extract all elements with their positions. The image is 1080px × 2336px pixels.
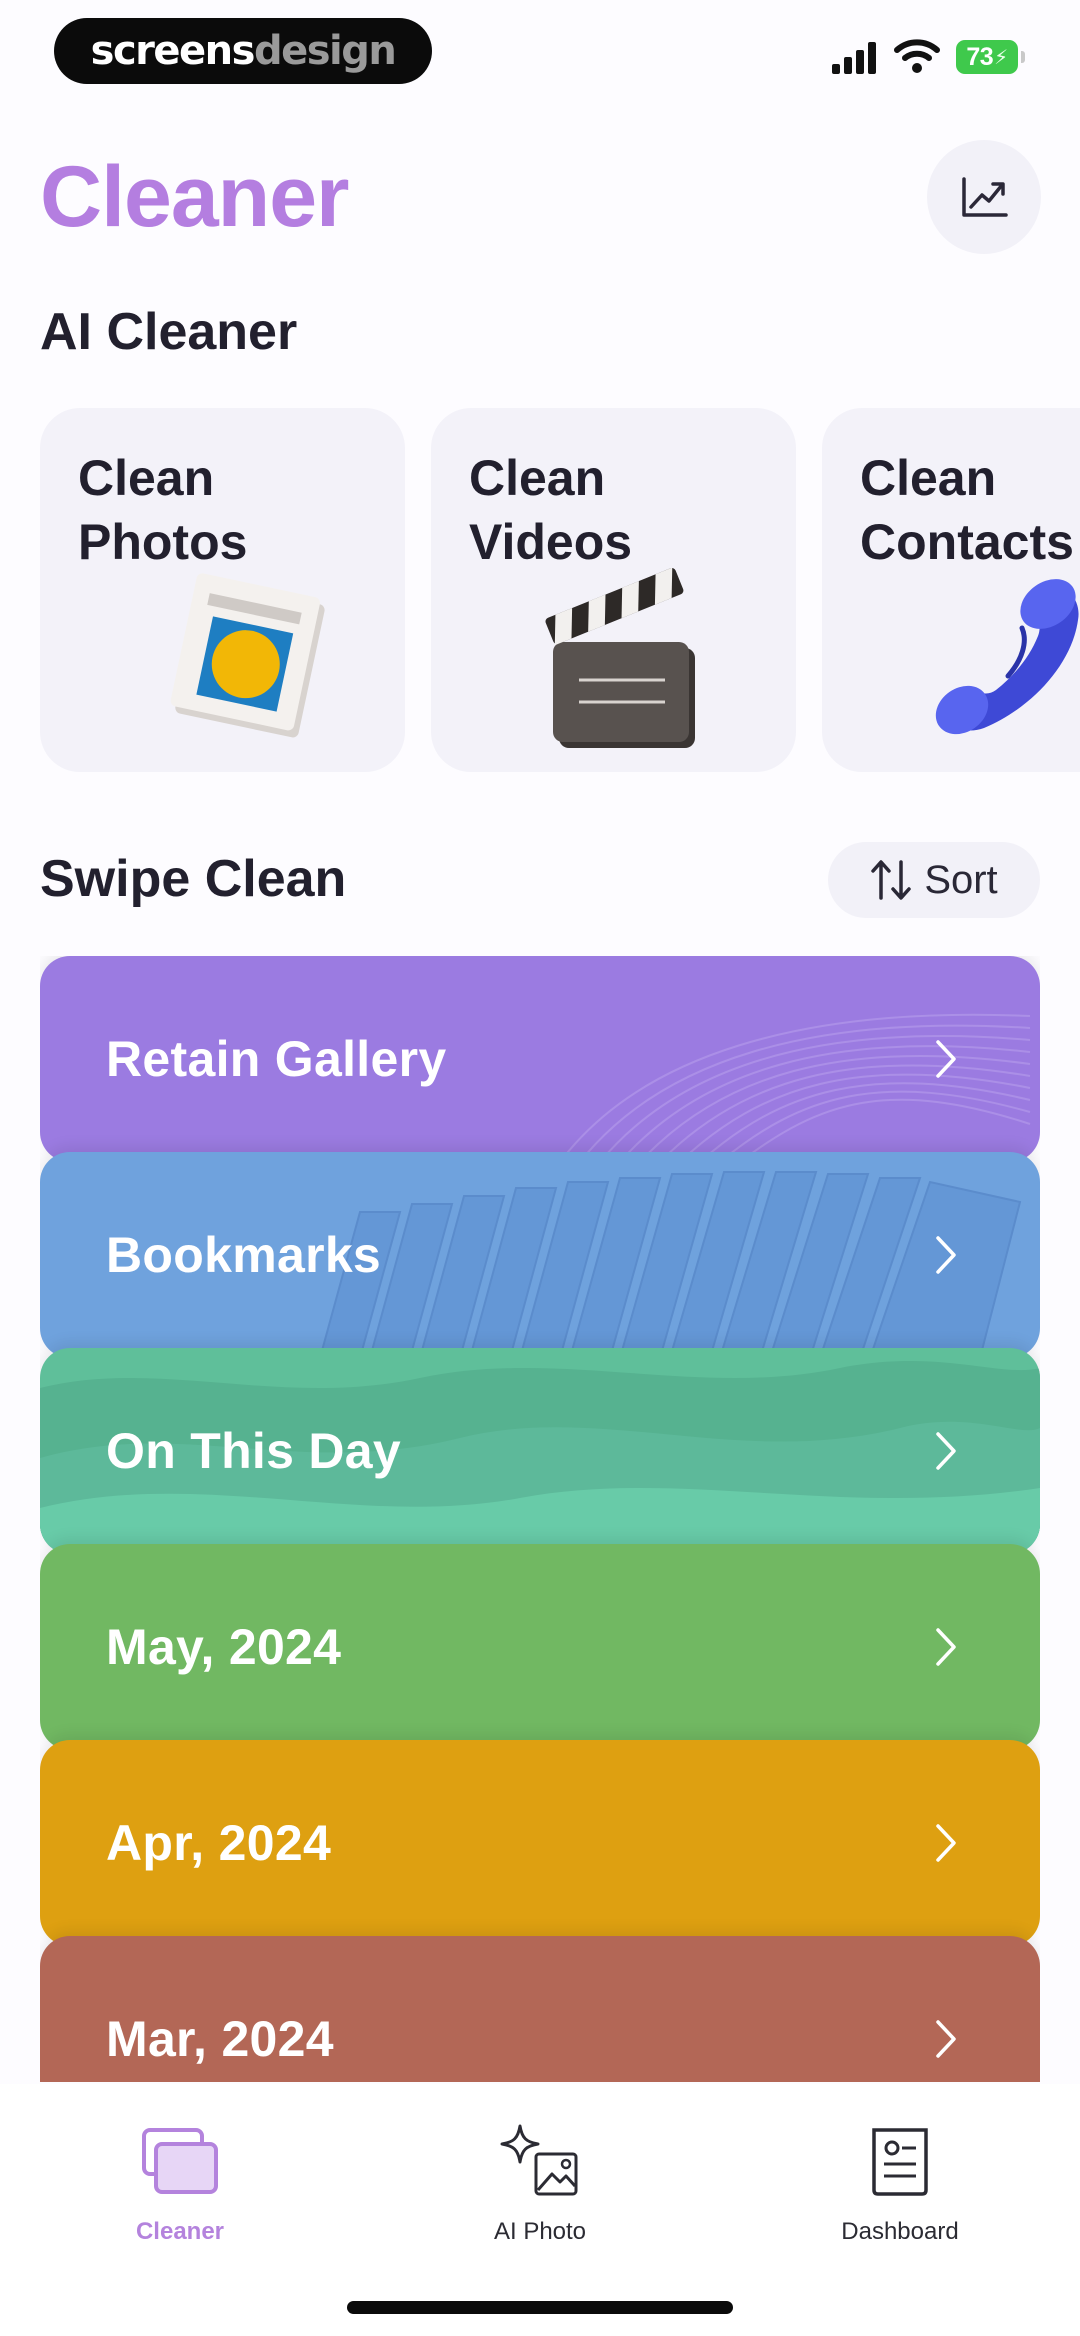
chevron-right-icon [936,1236,956,1274]
swipe-item-bookmarks[interactable]: Bookmarks [40,1152,1040,1358]
swipe-item-apr-2024[interactable]: Apr, 2024 [40,1740,1040,1946]
ai-cleaner-heading: AI Cleaner [40,303,298,361]
brand-watermark: screens design [54,18,432,84]
chevron-right-icon [936,2020,956,2058]
sort-label: Sort [924,857,998,902]
picture-frame-icon [170,573,325,738]
status-bar: screens design 73 ⚡ [0,0,1080,110]
swipe-clean-heading: Swipe Clean [40,850,347,908]
chevron-right-icon [936,1628,956,1666]
sparkle-image-icon [500,2124,578,2196]
tab-cleaner[interactable]: Cleaner [60,2084,300,2254]
bottom-tab-bar: Cleaner AI Photo Dashboard [0,2084,1080,2336]
swipe-item-on-this-day[interactable]: On This Day [40,1348,1040,1554]
wifi-icon [894,39,940,73]
tab-dashboard[interactable]: Dashboard [780,2084,1020,2254]
swipe-item-label: Mar, 2024 [106,2011,334,2067]
clean-videos-label: Clean Videos [469,450,633,570]
clean-contacts-card[interactable]: Clean Contacts [822,408,1080,772]
swipe-item-may-2024[interactable]: May, 2024 [40,1544,1040,1750]
swipe-item-label: Bookmarks [106,1227,382,1283]
tab-label: Dashboard [841,2218,959,2245]
battery-level: 73 [966,42,994,71]
swipe-item-label: On This Day [106,1423,402,1479]
chevron-right-icon [936,1432,956,1470]
page-title: Cleaner [40,149,349,245]
clean-photos-card[interactable]: Clean Photos [40,408,405,772]
chevron-right-icon [936,1824,956,1862]
swipe-item-label: Apr, 2024 [106,1815,332,1871]
ai-cleaner-cards: Clean Photos Clean Videos Clean Contacts [0,408,1080,774]
swipe-item-label: May, 2024 [106,1619,342,1675]
sort-button[interactable]: Sort [828,842,1040,918]
cellular-signal-icon [832,42,876,74]
clapperboard-icon [545,568,695,748]
trend-chart-icon [962,177,1008,217]
stacked-cards-icon [142,2128,218,2194]
charging-bolt-icon: ⚡ [994,46,1008,69]
tab-label: AI Photo [493,2218,587,2245]
tab-ai-photo[interactable]: AI Photo [420,2084,660,2254]
clean-videos-card[interactable]: Clean Videos [431,408,796,772]
document-icon [872,2128,928,2196]
brand-watermark-part2: design [253,28,397,74]
stats-button[interactable] [927,140,1041,254]
telephone-icon [935,579,1079,735]
sort-arrows-icon [871,860,912,900]
swipe-item-retain-gallery[interactable]: Retain Gallery [40,956,1040,1162]
clean-photos-label: Clean Photos [78,450,248,570]
battery-indicator: 73 ⚡ [956,40,1025,74]
home-indicator [347,2301,733,2314]
swipe-item-label: Retain Gallery [106,1031,447,1087]
swipe-clean-list: Retain Gallery Bookmarks On This Day May… [40,956,1040,2082]
tab-label: Cleaner [135,2218,225,2245]
clean-contacts-label: Clean Contacts [860,450,1074,570]
chevron-right-icon [936,1040,956,1078]
brand-watermark-part1: screens [90,28,256,74]
swipe-item-mar-2024[interactable]: Mar, 2024 [40,1936,1040,2082]
